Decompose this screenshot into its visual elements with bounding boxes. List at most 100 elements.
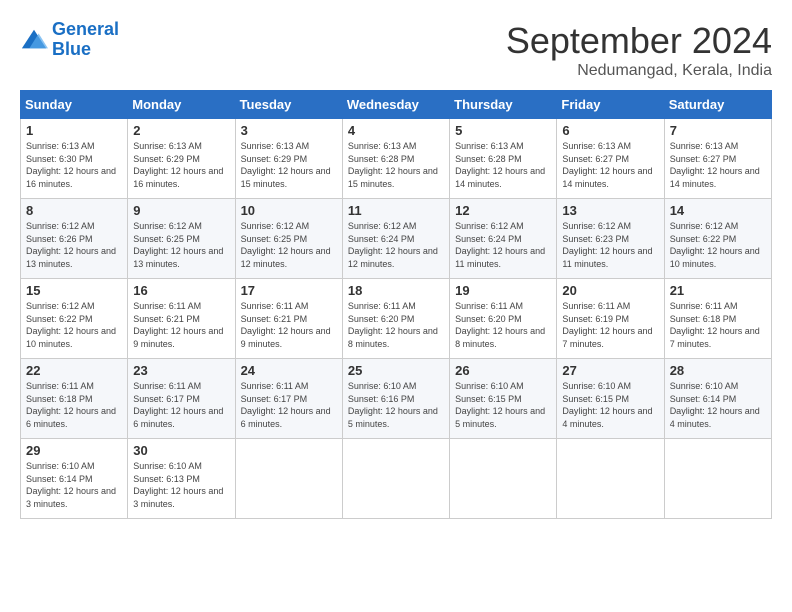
- day-info: Sunrise: 6:11 AMSunset: 6:21 PMDaylight:…: [241, 300, 337, 350]
- day-info: Sunrise: 6:13 AMSunset: 6:28 PMDaylight:…: [348, 140, 444, 190]
- calendar-cell: [557, 439, 664, 519]
- day-info: Sunrise: 6:11 AMSunset: 6:17 PMDaylight:…: [133, 380, 229, 430]
- day-info: Sunrise: 6:11 AMSunset: 6:21 PMDaylight:…: [133, 300, 229, 350]
- calendar-cell: 2Sunrise: 6:13 AMSunset: 6:29 PMDaylight…: [128, 119, 235, 199]
- day-number: 9: [133, 203, 229, 218]
- calendar-cell: 10 Sunrise: 6:12 AMSunset: 6:25 PMDayligh…: [235, 199, 342, 279]
- calendar-week-row: 15 Sunrise: 6:12 AMSunset: 6:22 PMDayligh…: [21, 279, 772, 359]
- day-number: 24: [241, 363, 337, 378]
- logo: General Blue: [20, 20, 119, 60]
- calendar-cell: 14 Sunrise: 6:12 AMSunset: 6:22 PMDayligh…: [664, 199, 771, 279]
- calendar-cell: 9 Sunrise: 6:12 AMSunset: 6:25 PMDaylight…: [128, 199, 235, 279]
- day-number: 17: [241, 283, 337, 298]
- day-number: 30: [133, 443, 229, 458]
- day-info: Sunrise: 6:11 AMSunset: 6:18 PMDaylight:…: [670, 300, 766, 350]
- day-info: Sunrise: 6:10 AMSunset: 6:15 PMDaylight:…: [455, 380, 551, 430]
- day-info: Sunrise: 6:10 AMSunset: 6:13 PMDaylight:…: [133, 460, 229, 510]
- day-number: 26: [455, 363, 551, 378]
- calendar-cell: 5 Sunrise: 6:13 AMSunset: 6:28 PMDaylight…: [450, 119, 557, 199]
- logo-line1: General: [52, 19, 119, 39]
- calendar-cell: 22 Sunrise: 6:11 AMSunset: 6:18 PMDayligh…: [21, 359, 128, 439]
- day-number: 5: [455, 123, 551, 138]
- day-info: Sunrise: 6:12 AMSunset: 6:24 PMDaylight:…: [348, 220, 444, 270]
- day-number: 22: [26, 363, 122, 378]
- calendar-cell: 8 Sunrise: 6:12 AMSunset: 6:26 PMDaylight…: [21, 199, 128, 279]
- logo-text: General Blue: [52, 20, 119, 60]
- day-info: Sunrise: 6:12 AMSunset: 6:22 PMDaylight:…: [670, 220, 766, 270]
- calendar-cell: 19 Sunrise: 6:11 AMSunset: 6:20 PMDayligh…: [450, 279, 557, 359]
- day-number: 13: [562, 203, 658, 218]
- day-info: Sunrise: 6:11 AMSunset: 6:20 PMDaylight:…: [455, 300, 551, 350]
- day-info: Sunrise: 6:12 AMSunset: 6:25 PMDaylight:…: [133, 220, 229, 270]
- header-thursday: Thursday: [450, 91, 557, 119]
- day-number: 11: [348, 203, 444, 218]
- calendar-cell: 29 Sunrise: 6:10 AMSunset: 6:14 PMDayligh…: [21, 439, 128, 519]
- day-info: Sunrise: 6:12 AMSunset: 6:26 PMDaylight:…: [26, 220, 122, 270]
- day-number: 21: [670, 283, 766, 298]
- calendar-cell: 16Sunrise: 6:11 AMSunset: 6:21 PMDayligh…: [128, 279, 235, 359]
- calendar-cell: 20Sunrise: 6:11 AMSunset: 6:19 PMDayligh…: [557, 279, 664, 359]
- page-header: General Blue September 2024 Nedumangad, …: [20, 20, 772, 80]
- day-number: 10: [241, 203, 337, 218]
- calendar-cell: 28Sunrise: 6:10 AMSunset: 6:14 PMDayligh…: [664, 359, 771, 439]
- day-number: 23: [133, 363, 229, 378]
- calendar-cell: 23 Sunrise: 6:11 AMSunset: 6:17 PMDayligh…: [128, 359, 235, 439]
- day-number: 29: [26, 443, 122, 458]
- day-info: Sunrise: 6:13 AMSunset: 6:27 PMDaylight:…: [670, 140, 766, 190]
- calendar-cell: 7 Sunrise: 6:13 AMSunset: 6:27 PMDaylight…: [664, 119, 771, 199]
- day-info: Sunrise: 6:10 AMSunset: 6:15 PMDaylight:…: [562, 380, 658, 430]
- day-number: 8: [26, 203, 122, 218]
- calendar-cell: 3 Sunrise: 6:13 AMSunset: 6:29 PMDaylight…: [235, 119, 342, 199]
- logo-line2: Blue: [52, 39, 91, 59]
- calendar-cell: 18 Sunrise: 6:11 AMSunset: 6:20 PMDayligh…: [342, 279, 449, 359]
- day-info: Sunrise: 6:13 AMSunset: 6:28 PMDaylight:…: [455, 140, 551, 190]
- day-info: Sunrise: 6:13 AMSunset: 6:30 PMDaylight:…: [26, 140, 122, 190]
- day-number: 6: [562, 123, 658, 138]
- month-title: September 2024: [506, 20, 772, 62]
- calendar-cell: 26 Sunrise: 6:10 AMSunset: 6:15 PMDayligh…: [450, 359, 557, 439]
- calendar-cell: 27 Sunrise: 6:10 AMSunset: 6:15 PMDayligh…: [557, 359, 664, 439]
- day-info: Sunrise: 6:10 AMSunset: 6:14 PMDaylight:…: [26, 460, 122, 510]
- calendar-table: SundayMondayTuesdayWednesdayThursdayFrid…: [20, 90, 772, 519]
- day-number: 20: [562, 283, 658, 298]
- day-info: Sunrise: 6:12 AMSunset: 6:23 PMDaylight:…: [562, 220, 658, 270]
- header-wednesday: Wednesday: [342, 91, 449, 119]
- day-number: 4: [348, 123, 444, 138]
- day-number: 14: [670, 203, 766, 218]
- day-number: 18: [348, 283, 444, 298]
- calendar-cell: [664, 439, 771, 519]
- day-number: 27: [562, 363, 658, 378]
- calendar-week-row: 22 Sunrise: 6:11 AMSunset: 6:18 PMDayligh…: [21, 359, 772, 439]
- calendar-cell: 12Sunrise: 6:12 AMSunset: 6:24 PMDayligh…: [450, 199, 557, 279]
- calendar-week-row: 29 Sunrise: 6:10 AMSunset: 6:14 PMDayligh…: [21, 439, 772, 519]
- location-subtitle: Nedumangad, Kerala, India: [506, 62, 772, 80]
- day-info: Sunrise: 6:11 AMSunset: 6:18 PMDaylight:…: [26, 380, 122, 430]
- calendar-week-row: 8 Sunrise: 6:12 AMSunset: 6:26 PMDaylight…: [21, 199, 772, 279]
- day-number: 25: [348, 363, 444, 378]
- calendar-cell: 11 Sunrise: 6:12 AMSunset: 6:24 PMDayligh…: [342, 199, 449, 279]
- day-info: Sunrise: 6:13 AMSunset: 6:29 PMDaylight:…: [133, 140, 229, 190]
- day-info: Sunrise: 6:10 AMSunset: 6:16 PMDaylight:…: [348, 380, 444, 430]
- header-saturday: Saturday: [664, 91, 771, 119]
- calendar-cell: 15 Sunrise: 6:12 AMSunset: 6:22 PMDayligh…: [21, 279, 128, 359]
- calendar-week-row: 1Sunrise: 6:13 AMSunset: 6:30 PMDaylight…: [21, 119, 772, 199]
- day-number: 3: [241, 123, 337, 138]
- day-info: Sunrise: 6:12 AMSunset: 6:24 PMDaylight:…: [455, 220, 551, 270]
- day-number: 7: [670, 123, 766, 138]
- header-tuesday: Tuesday: [235, 91, 342, 119]
- calendar-cell: 17 Sunrise: 6:11 AMSunset: 6:21 PMDayligh…: [235, 279, 342, 359]
- day-info: Sunrise: 6:12 AMSunset: 6:25 PMDaylight:…: [241, 220, 337, 270]
- header-sunday: Sunday: [21, 91, 128, 119]
- header-monday: Monday: [128, 91, 235, 119]
- day-info: Sunrise: 6:13 AMSunset: 6:27 PMDaylight:…: [562, 140, 658, 190]
- calendar-header-row: SundayMondayTuesdayWednesdayThursdayFrid…: [21, 91, 772, 119]
- day-info: Sunrise: 6:11 AMSunset: 6:17 PMDaylight:…: [241, 380, 337, 430]
- day-info: Sunrise: 6:13 AMSunset: 6:29 PMDaylight:…: [241, 140, 337, 190]
- day-info: Sunrise: 6:12 AMSunset: 6:22 PMDaylight:…: [26, 300, 122, 350]
- day-number: 19: [455, 283, 551, 298]
- day-info: Sunrise: 6:11 AMSunset: 6:20 PMDaylight:…: [348, 300, 444, 350]
- calendar-cell: 25 Sunrise: 6:10 AMSunset: 6:16 PMDayligh…: [342, 359, 449, 439]
- calendar-cell: 24 Sunrise: 6:11 AMSunset: 6:17 PMDayligh…: [235, 359, 342, 439]
- day-number: 15: [26, 283, 122, 298]
- calendar-cell: 21 Sunrise: 6:11 AMSunset: 6:18 PMDayligh…: [664, 279, 771, 359]
